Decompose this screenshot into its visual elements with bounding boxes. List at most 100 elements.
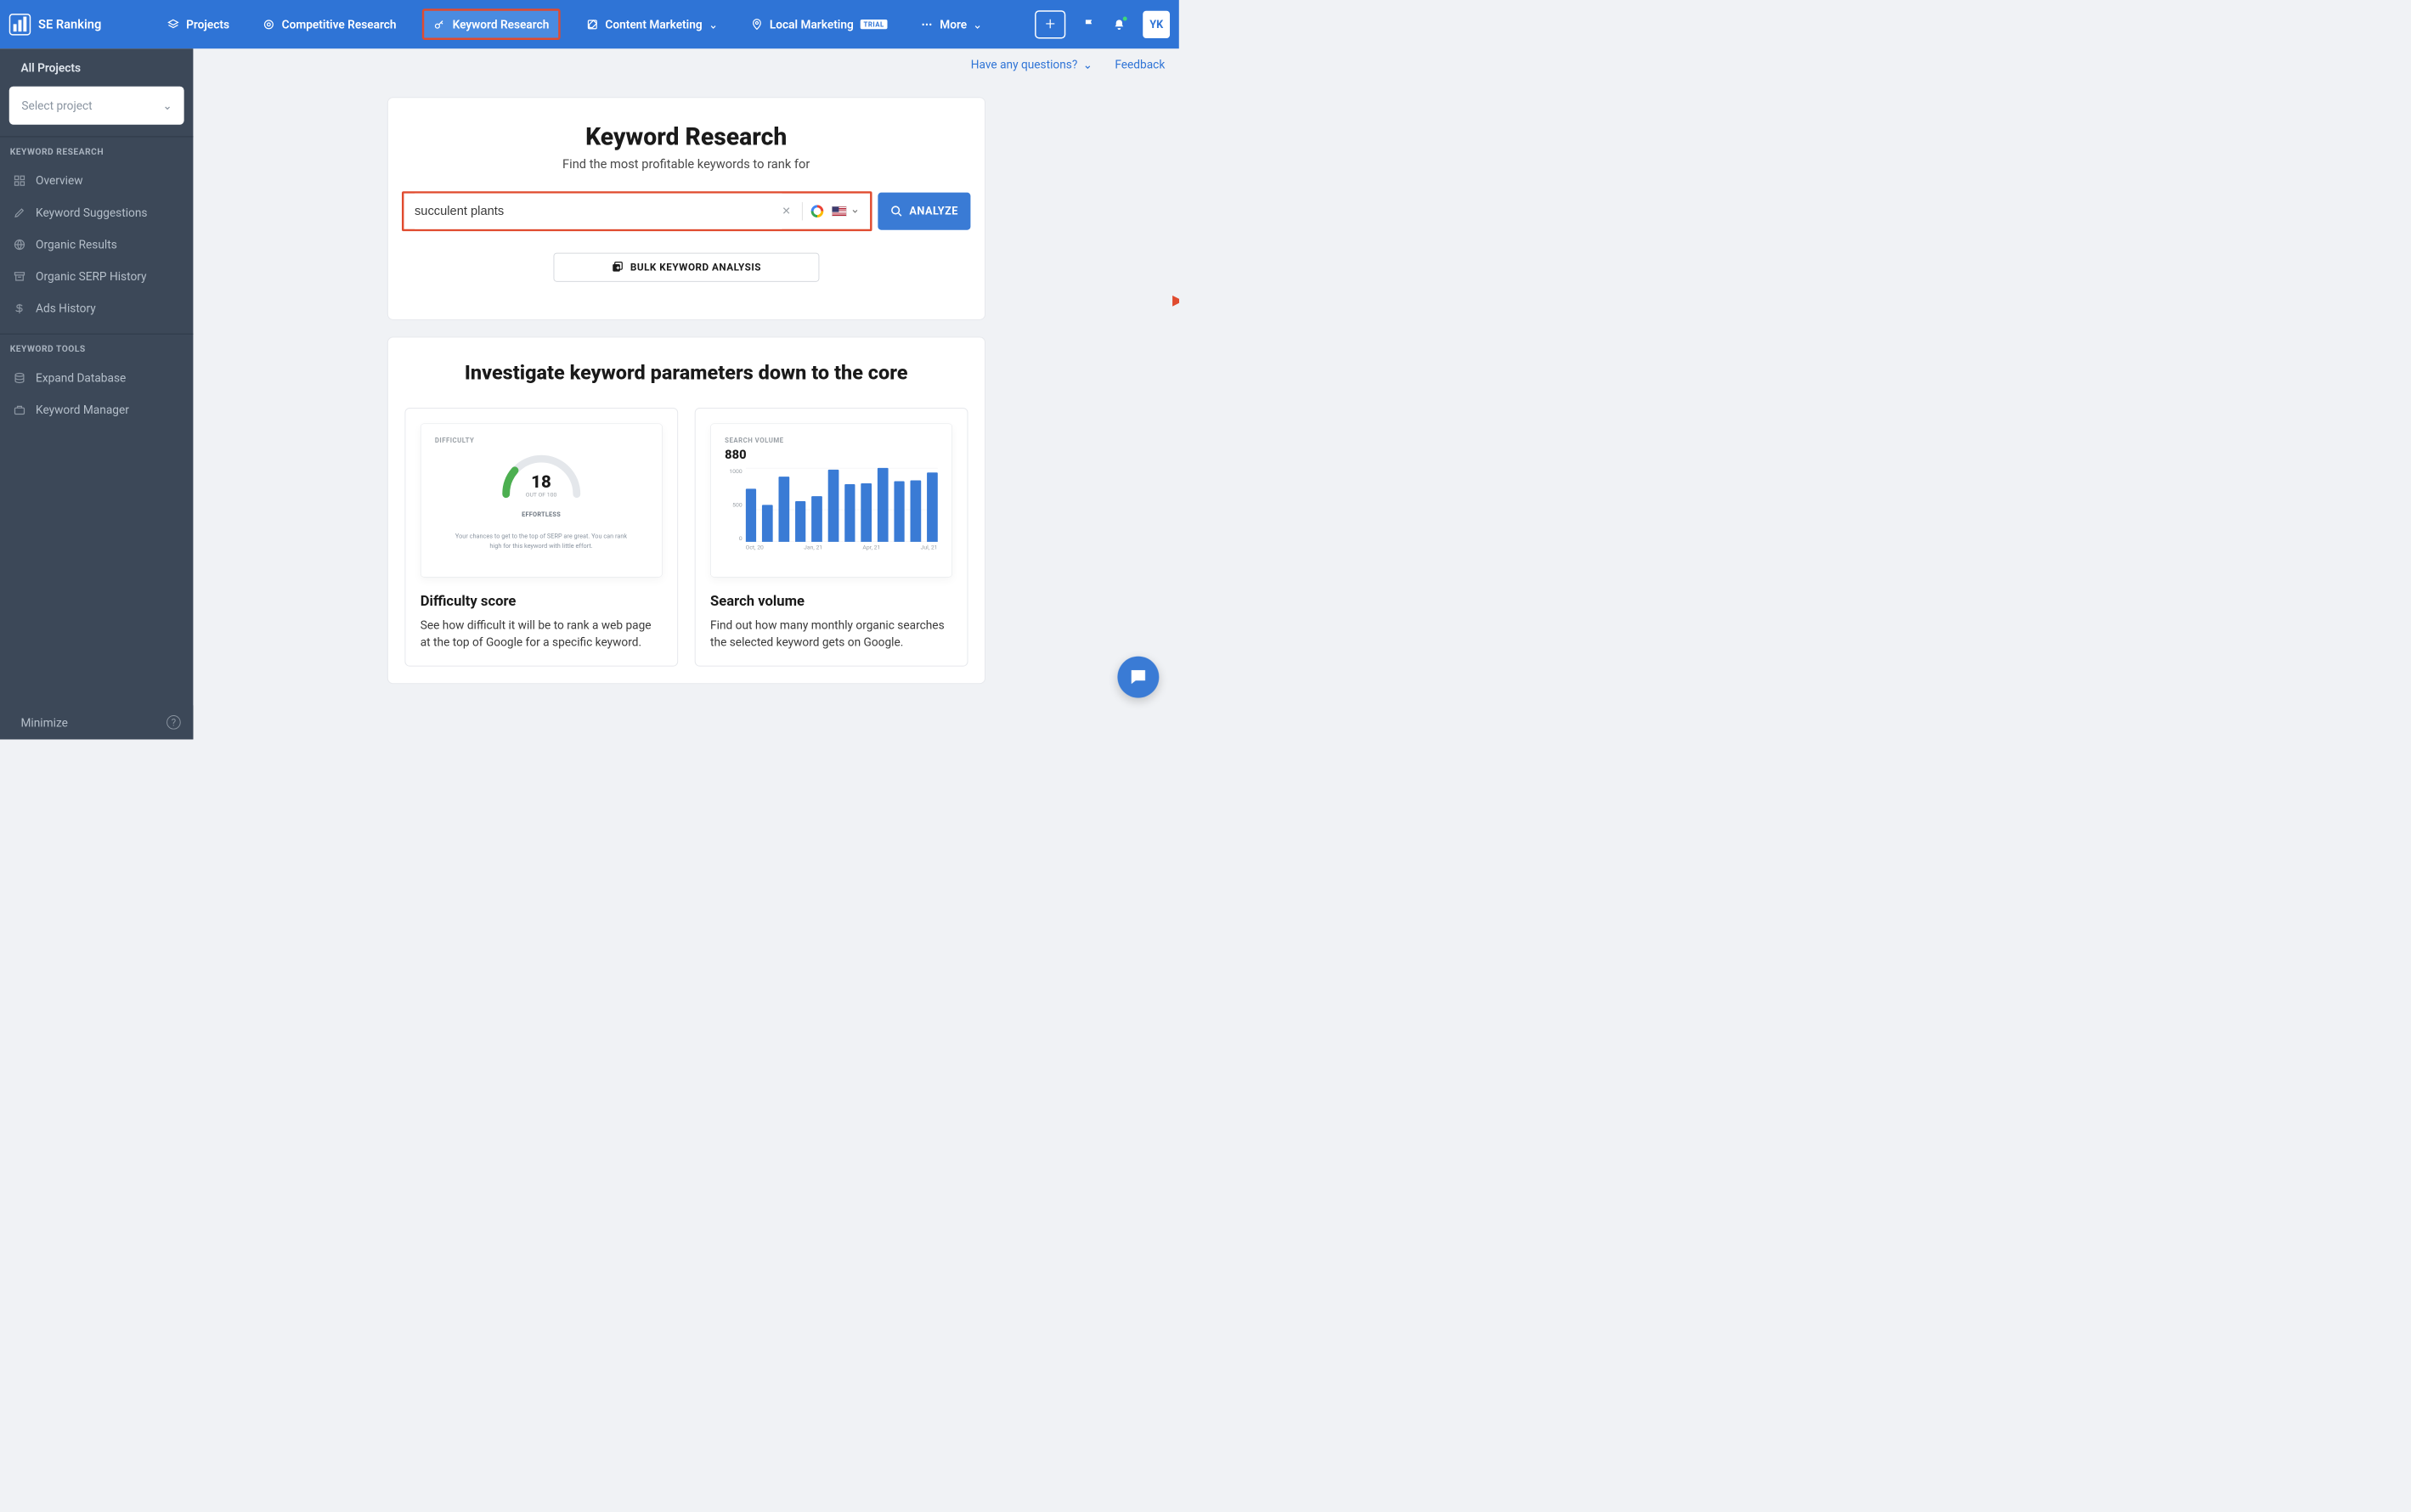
difficulty-card: DIFFICULTY 18 OUT OF 100 EFFORTLESS Your…	[404, 408, 678, 667]
chat-fab[interactable]	[1117, 657, 1159, 698]
keyword-search-box[interactable]: ✕	[402, 191, 872, 231]
bar	[894, 482, 905, 542]
add-button[interactable]: +	[1035, 10, 1065, 38]
archive-icon	[14, 270, 26, 283]
sidebar-item-ads[interactable]: Ads History	[9, 292, 184, 324]
bell-icon[interactable]	[1113, 18, 1126, 31]
edit-icon	[586, 18, 599, 31]
questions-label: Have any questions?	[971, 58, 1078, 71]
page-subtitle: Find the most profitable keywords to ran…	[404, 157, 968, 172]
minimize-button[interactable]: Minimize	[13, 715, 68, 729]
nav-items: Projects Competitive Research Keyword Re…	[160, 11, 990, 37]
sidebar-item-serp[interactable]: Organic SERP History	[9, 261, 184, 293]
bulk-label: BULK KEYWORD ANALYSIS	[630, 262, 761, 274]
help-icon[interactable]: ?	[167, 715, 181, 730]
globe-icon	[14, 238, 26, 251]
nav-more[interactable]: More	[913, 13, 990, 37]
volume-vis-label: SEARCH VOLUME	[725, 437, 937, 444]
keyword-input[interactable]	[415, 194, 782, 229]
chevron-down-icon	[1083, 60, 1092, 69]
chevron-down-icon[interactable]	[850, 207, 859, 216]
bulk-analysis-button[interactable]: BULK KEYWORD ANALYSIS	[553, 253, 819, 282]
flag-icon[interactable]	[1083, 18, 1096, 31]
project-selector[interactable]: Select project	[9, 87, 184, 125]
key-icon	[433, 18, 446, 31]
grid-icon	[14, 174, 26, 187]
feedback-link[interactable]: Feedback	[1115, 58, 1165, 71]
chevron-down-icon	[709, 20, 717, 29]
page-title: Keyword Research	[404, 123, 968, 151]
sidebar-all-projects[interactable]: All Projects	[9, 58, 184, 78]
difficulty-card-text: See how difficult it will be to rank a w…	[421, 618, 663, 652]
google-icon[interactable]	[810, 206, 823, 218]
sidebar-item-label: Overview	[36, 173, 83, 187]
content-topbar: Have any questions? Feedback	[193, 48, 1178, 71]
user-avatar[interactable]: YK	[1143, 10, 1170, 37]
brand-icon	[9, 14, 31, 35]
divider	[802, 202, 803, 221]
bar	[795, 501, 806, 542]
gauge-level: EFFORTLESS	[522, 511, 561, 518]
volume-card: SEARCH VOLUME 880 10005000 Oct, 20Jan, 2…	[694, 408, 968, 667]
volume-chart: 10005000 Oct, 20Jan, 21Apr, 21Jul, 21	[725, 468, 937, 551]
bar	[861, 483, 872, 542]
nav-local-marketing[interactable]: Local Marketing TRIAL	[743, 13, 895, 37]
nav-content-label: Content Marketing	[605, 18, 702, 31]
bar	[811, 496, 822, 542]
difficulty-card-title: Difficulty score	[421, 593, 663, 610]
bar	[911, 481, 922, 542]
sidebar-item-label: Organic Results	[36, 238, 117, 251]
feedback-label: Feedback	[1115, 58, 1165, 71]
sidebar-item-label: Keyword Suggestions	[36, 206, 147, 219]
volume-card-title: Search volume	[710, 593, 952, 610]
sidebar-heading-research: KEYWORD RESEARCH	[9, 147, 184, 157]
more-icon	[921, 18, 934, 31]
sidebar-item-expand[interactable]: Expand Database	[9, 362, 184, 394]
sidebar-item-label: Ads History	[36, 302, 96, 315]
bar	[778, 477, 789, 543]
bar	[844, 484, 855, 542]
nav-more-label: More	[940, 18, 967, 31]
nav-projects-label: Projects	[186, 18, 229, 31]
volume-visual: SEARCH VOLUME 880 10005000 Oct, 20Jan, 2…	[710, 424, 952, 578]
analyze-button[interactable]: ANALYZE	[878, 193, 970, 230]
investigate-panel: Investigate keyword parameters down to t…	[387, 337, 985, 685]
nav-content-marketing[interactable]: Content Marketing	[579, 13, 725, 37]
sidebar-item-suggestions[interactable]: Keyword Suggestions	[9, 196, 184, 228]
database-icon	[14, 371, 26, 384]
nav-keyword-research[interactable]: Keyword Research	[422, 8, 561, 40]
gauge-score: 18	[498, 472, 585, 493]
questions-link[interactable]: Have any questions?	[971, 58, 1092, 71]
annotation-arrow	[1172, 295, 1179, 310]
us-flag-icon[interactable]	[832, 206, 847, 217]
minimize-label: Minimize	[20, 715, 67, 729]
nav-projects[interactable]: Projects	[160, 13, 237, 37]
clear-icon[interactable]: ✕	[782, 206, 791, 218]
analyze-label: ANALYZE	[909, 206, 958, 218]
nav-competitive[interactable]: Competitive Research	[255, 13, 404, 37]
top-actions: + YK	[1035, 10, 1170, 38]
volume-value: 880	[725, 448, 937, 462]
bulk-icon	[611, 262, 624, 274]
layers-icon	[167, 18, 180, 31]
bar	[927, 472, 938, 542]
difficulty-visual: DIFFICULTY 18 OUT OF 100 EFFORTLESS Your…	[421, 424, 663, 578]
pencil-icon	[14, 206, 26, 219]
chevron-down-icon	[163, 101, 172, 110]
sidebar: All Projects Select project KEYWORD RESE…	[0, 48, 193, 739]
sidebar-item-manager[interactable]: Keyword Manager	[9, 394, 184, 426]
sidebar-heading-tools: KEYWORD TOOLS	[9, 344, 184, 354]
bar	[762, 505, 773, 543]
sidebar-item-label: Organic SERP History	[36, 269, 146, 283]
nav-keyword-label: Keyword Research	[453, 18, 550, 31]
difficulty-vis-label: DIFFICULTY	[435, 437, 647, 444]
nav-competitive-label: Competitive Research	[282, 18, 397, 31]
bar	[878, 468, 889, 542]
sidebar-item-overview[interactable]: Overview	[9, 165, 184, 197]
investigate-title: Investigate keyword parameters down to t…	[404, 361, 968, 385]
chevron-down-icon	[974, 20, 982, 29]
brand-name: SE Ranking	[38, 17, 101, 31]
target-icon	[263, 18, 275, 31]
sidebar-item-organic[interactable]: Organic Results	[9, 228, 184, 261]
brand[interactable]: SE Ranking	[9, 14, 102, 35]
